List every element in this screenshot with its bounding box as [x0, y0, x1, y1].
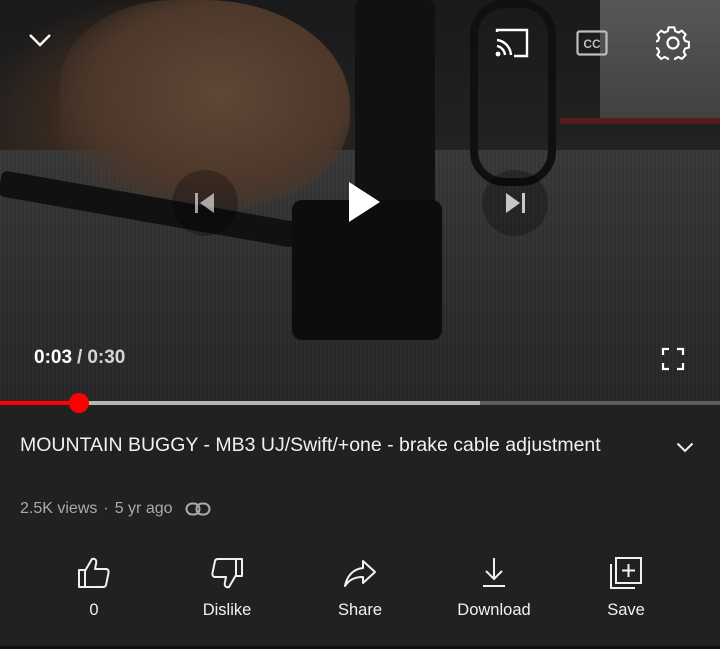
current-time: 0:03: [34, 347, 73, 368]
thumbs-up-icon: [78, 557, 110, 588]
chevron-down-icon: [676, 442, 694, 452]
chevron-down-icon: [29, 34, 51, 47]
next-button[interactable]: [482, 170, 548, 236]
download-label: Download: [457, 601, 531, 619]
thumbs-down-icon: [211, 558, 243, 589]
share-icon: [344, 560, 376, 587]
like-button[interactable]: 0: [34, 555, 154, 631]
played-bar: [0, 401, 80, 405]
video-player[interactable]: CC 0:03 / 0:30: [0, 0, 720, 404]
dislike-button[interactable]: Dislike: [167, 555, 287, 631]
upload-age: 5 yr ago: [114, 500, 173, 517]
time-separator: /: [77, 347, 83, 368]
previous-button[interactable]: [172, 170, 238, 236]
next-icon: [506, 193, 525, 213]
save-label: Save: [607, 601, 645, 619]
settings-button[interactable]: [654, 24, 692, 62]
time-display: 0:03 / 0:30: [34, 347, 125, 369]
cast-button[interactable]: [492, 26, 532, 60]
save-playlist-icon: [610, 557, 642, 589]
share-label: Share: [337, 601, 383, 619]
like-count: 0: [89, 601, 99, 619]
cast-icon: [495, 28, 529, 58]
expand-description-button[interactable]: [672, 434, 698, 460]
duration: 0:30: [87, 347, 126, 368]
fullscreen-icon: [661, 347, 685, 371]
link-icon: [185, 502, 211, 516]
view-count: 2.5K views: [20, 500, 98, 517]
video-title[interactable]: MOUNTAIN BUGGY - MB3 UJ/Swift/+one - bra…: [20, 430, 640, 460]
share-button[interactable]: Share: [300, 555, 420, 631]
captions-button[interactable]: CC: [574, 28, 610, 58]
action-bar: 0 Dislike Share Download Save: [0, 555, 720, 635]
download-button[interactable]: Download: [434, 555, 554, 631]
previous-icon: [195, 193, 214, 213]
save-button[interactable]: Save: [566, 555, 686, 631]
seek-scrubber[interactable]: [69, 393, 90, 413]
seek-bar[interactable]: [0, 393, 720, 413]
meta-dot: ·: [103, 500, 109, 517]
minimize-button[interactable]: [24, 26, 56, 54]
video-meta[interactable]: 2.5K views · 5 yr ago: [20, 500, 211, 518]
captions-icon: CC: [576, 30, 608, 56]
svg-text:CC: CC: [583, 37, 601, 51]
fullscreen-button[interactable]: [658, 344, 688, 374]
play-button[interactable]: [332, 170, 396, 234]
download-icon: [483, 558, 505, 587]
settings-icon: [656, 26, 690, 60]
play-icon: [349, 182, 380, 222]
dislike-label: Dislike: [202, 601, 252, 619]
